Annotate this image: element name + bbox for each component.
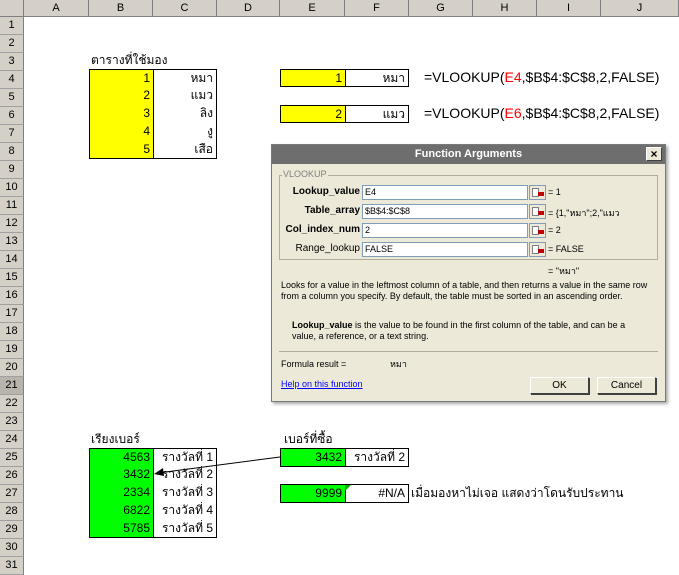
cancel-button[interactable]: Cancel: [597, 377, 656, 394]
final-result: = "หมา": [548, 266, 580, 276]
arg-result: = 1: [548, 187, 561, 197]
divider: [279, 351, 658, 352]
arg-label-col-index-num: Col_index_num: [285, 224, 360, 235]
collapse-dialog-icon[interactable]: [529, 223, 546, 238]
function-arguments-dialog: Function Arguments × VLOOKUP Lookup_valu…: [271, 144, 666, 402]
arg-label-table-array: Table_array: [304, 205, 360, 216]
formula-result-label: Formula result =: [281, 359, 347, 369]
collapse-dialog-icon[interactable]: [529, 185, 546, 200]
argument-help: Lookup_value is the value to be found in…: [292, 320, 626, 341]
arg-input-range-lookup[interactable]: FALSE: [362, 242, 528, 257]
collapse-dialog-icon[interactable]: [529, 204, 546, 219]
arg-result: = FALSE: [548, 244, 584, 254]
arg-result: = 2: [548, 225, 561, 235]
arg-input-col-index-num[interactable]: 2: [362, 223, 528, 238]
collapse-dialog-icon[interactable]: [529, 242, 546, 257]
formula-result-value: หมา: [390, 359, 407, 369]
arg-input-lookup-value[interactable]: E4: [362, 185, 528, 200]
arg-result: = {1,"หมา";2,"แมว: [548, 208, 620, 218]
function-description: Looks for a value in the leftmost column…: [281, 280, 648, 301]
ok-button[interactable]: OK: [530, 377, 589, 394]
arg-input-table-array[interactable]: $B$4:$C$8: [362, 204, 528, 219]
arg-label-lookup-value: Lookup_value: [292, 186, 360, 197]
group-title: VLOOKUP: [282, 169, 328, 179]
dialog-title: Function Arguments: [414, 148, 523, 160]
arg-label-range-lookup: Range_lookup: [295, 243, 361, 254]
close-icon[interactable]: ×: [646, 147, 662, 161]
help-link[interactable]: Help on this function: [281, 379, 363, 389]
row-header-31[interactable]: 31: [0, 557, 24, 575]
dialog-title-bar[interactable]: Function Arguments ×: [272, 145, 665, 164]
